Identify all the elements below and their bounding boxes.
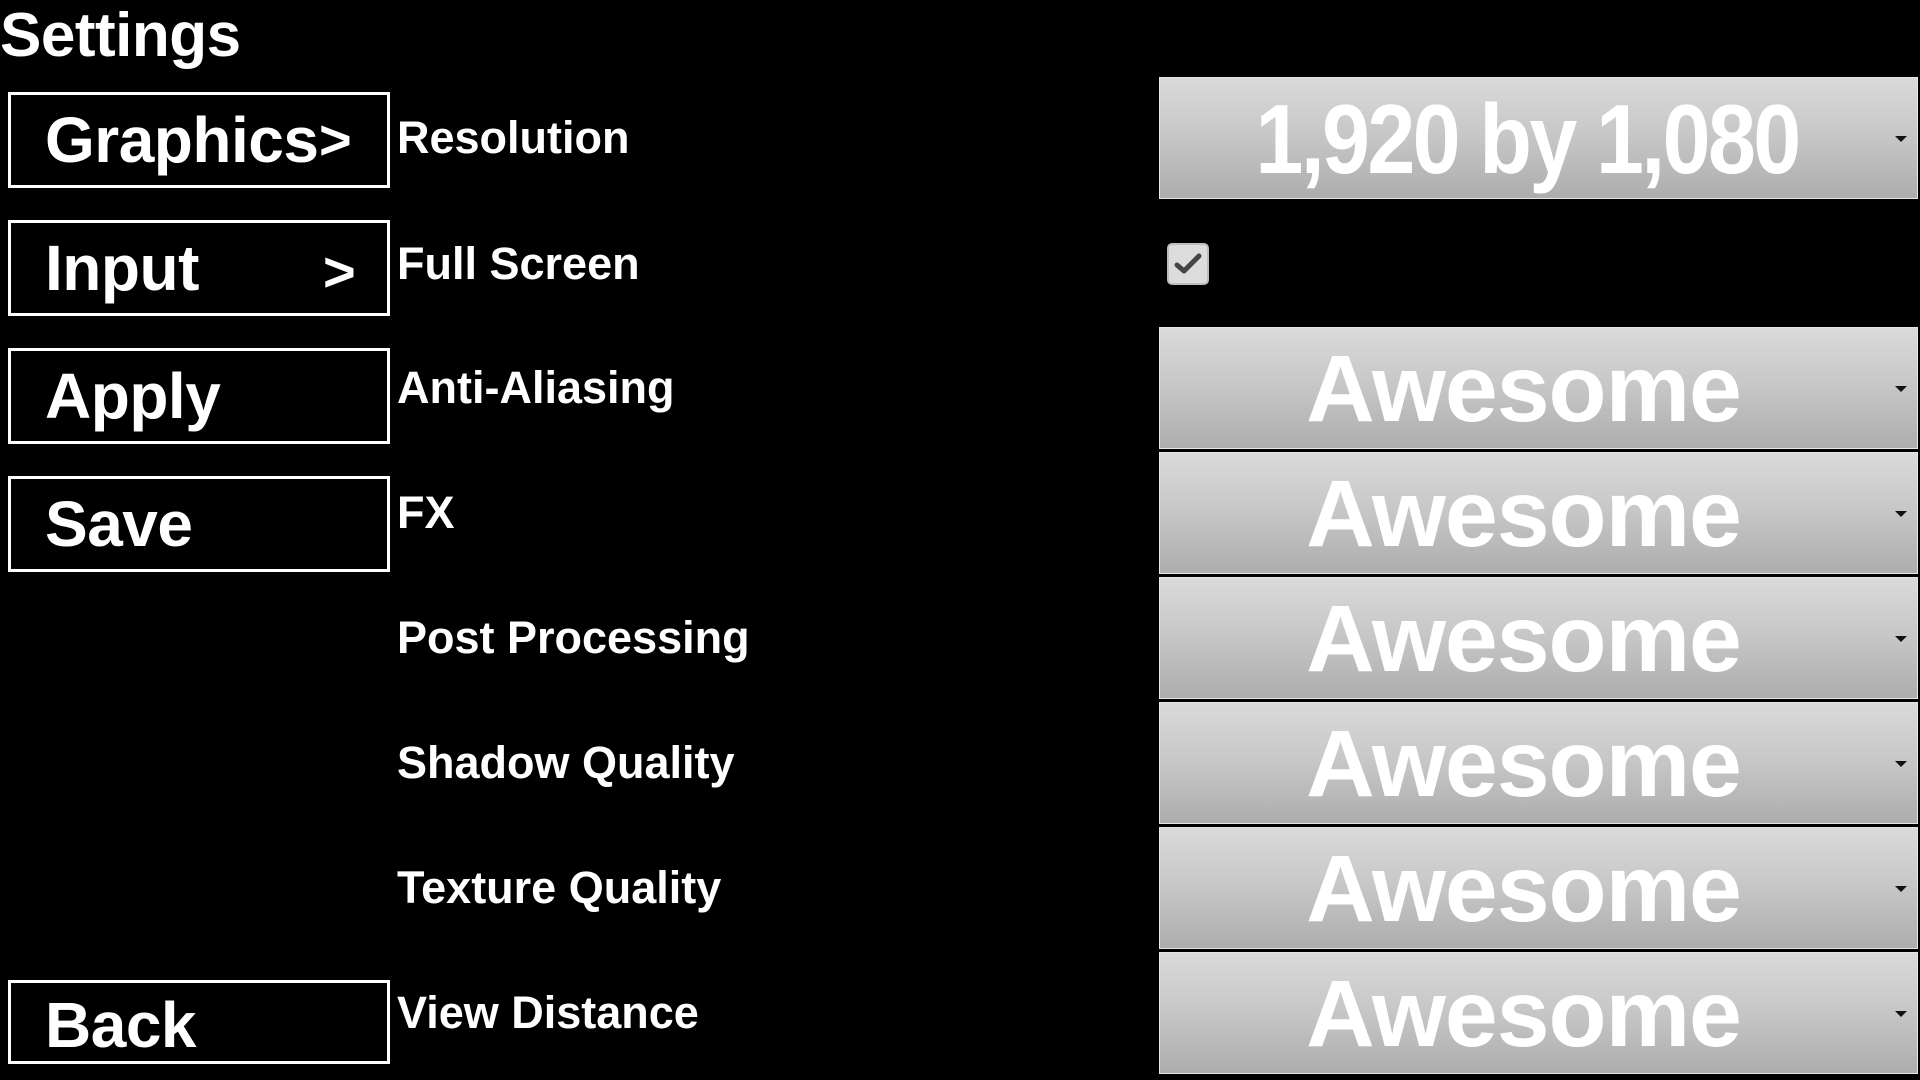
back-button-label: Back: [45, 989, 197, 1061]
page-title: Settings: [0, 1, 241, 70]
anti-aliasing-value: Awesome: [1306, 336, 1742, 442]
post-processing-label: Post Processing: [397, 612, 750, 663]
fx-dropdown[interactable]: Awesome: [1159, 452, 1918, 574]
full-screen-label: Full Screen: [397, 238, 640, 289]
post-processing-dropdown[interactable]: Awesome: [1159, 577, 1918, 699]
back-button[interactable]: Back: [8, 980, 390, 1064]
anti-aliasing-label: Anti-Aliasing: [397, 362, 675, 413]
fx-value: Awesome: [1306, 461, 1742, 567]
apply-button[interactable]: Apply: [8, 348, 390, 444]
input-button-label: Input: [45, 232, 199, 304]
chevron-right-icon: >: [319, 108, 352, 171]
full-screen-checkbox[interactable]: [1167, 243, 1209, 285]
fx-label: FX: [397, 487, 455, 538]
texture-quality-label: Texture Quality: [397, 862, 722, 913]
chevron-down-icon: [1895, 1011, 1907, 1017]
texture-quality-dropdown[interactable]: Awesome: [1159, 827, 1918, 949]
resolution-label: Resolution: [397, 112, 630, 163]
resolution-dropdown[interactable]: 1,920 by 1,080: [1159, 77, 1918, 199]
chevron-right-icon: >: [323, 240, 356, 303]
post-processing-value: Awesome: [1306, 586, 1742, 692]
shadow-quality-label: Shadow Quality: [397, 737, 735, 788]
chevron-down-icon: [1895, 886, 1907, 892]
save-button[interactable]: Save: [8, 476, 390, 572]
chevron-down-icon: [1895, 761, 1907, 767]
view-distance-dropdown[interactable]: Awesome: [1159, 952, 1918, 1074]
anti-aliasing-dropdown[interactable]: Awesome: [1159, 327, 1918, 449]
chevron-down-icon: [1895, 136, 1907, 142]
shadow-quality-dropdown[interactable]: Awesome: [1159, 702, 1918, 824]
apply-button-label: Apply: [45, 360, 221, 432]
view-distance-value: Awesome: [1306, 961, 1742, 1067]
shadow-quality-value: Awesome: [1306, 711, 1742, 817]
checkmark-icon: [1174, 253, 1202, 274]
texture-quality-value: Awesome: [1306, 836, 1742, 942]
chevron-down-icon: [1895, 636, 1907, 642]
graphics-button[interactable]: Graphics >: [8, 92, 390, 188]
chevron-down-icon: [1895, 511, 1907, 517]
view-distance-label: View Distance: [397, 987, 699, 1038]
resolution-value: 1,920 by 1,080: [1255, 84, 1801, 194]
chevron-down-icon: [1895, 386, 1907, 392]
input-button[interactable]: Input >: [8, 220, 390, 316]
graphics-button-label: Graphics: [45, 104, 319, 176]
save-button-label: Save: [45, 488, 193, 560]
